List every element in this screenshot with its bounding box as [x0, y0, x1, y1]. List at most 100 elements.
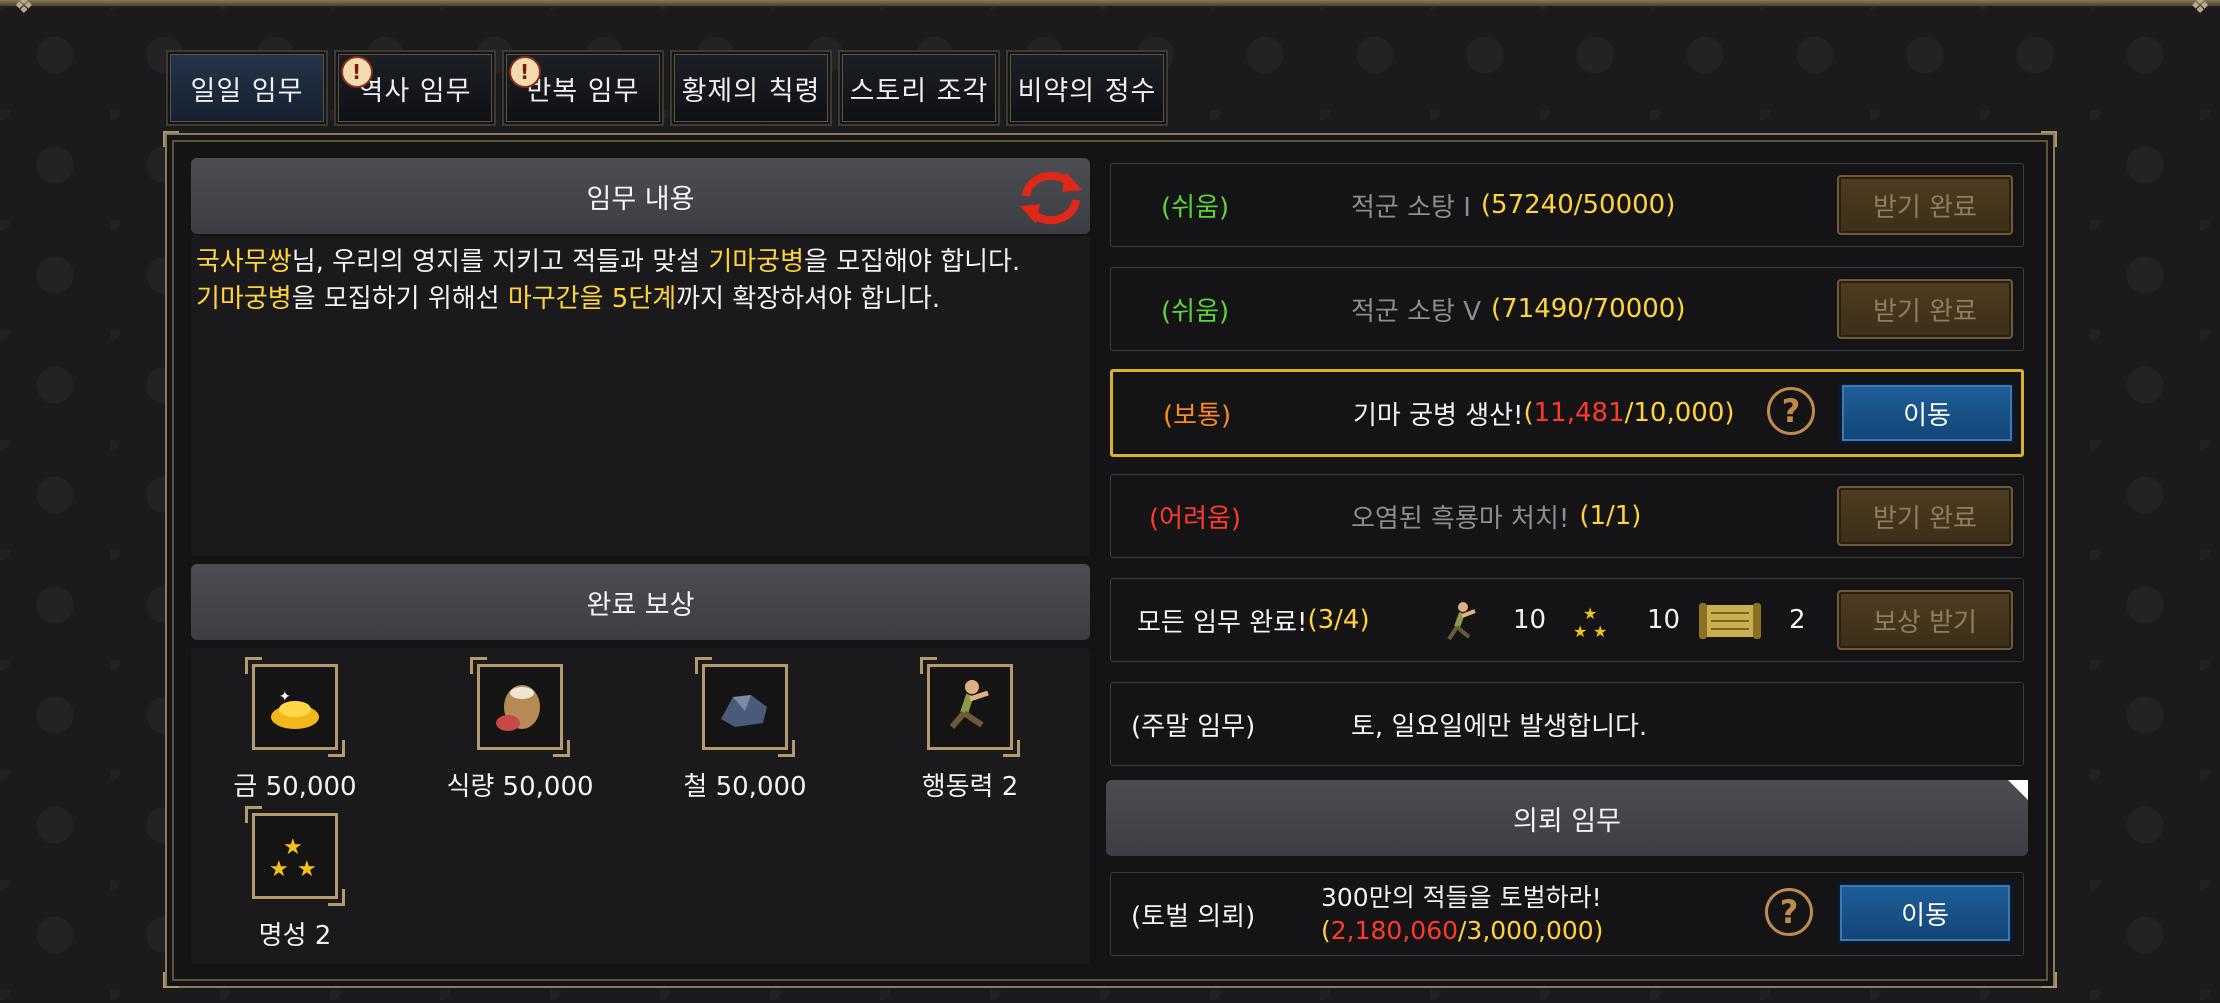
- scroll-amount: 2: [1789, 605, 1806, 635]
- corner-flag-icon: [2008, 780, 2028, 800]
- alert-icon: !: [509, 56, 541, 88]
- reward-item: 철 50,000: [655, 657, 835, 803]
- refresh-icon[interactable]: [1016, 166, 1086, 230]
- request-row[interactable]: (토벌 의뢰) 300만의 적들을 토벌하라! (2,180,060/3,000…: [1110, 872, 2024, 956]
- description-text: 을 모집하기 위해선: [291, 284, 508, 314]
- reward-label: 행동력 2: [921, 772, 1019, 802]
- stamina-icon: [920, 657, 1020, 757]
- move-button[interactable]: 이동: [1837, 882, 2013, 944]
- food-icon: [470, 657, 570, 757]
- all-complete-row: 모든 임무 완료! (3/4) 10 ★ ★ ★ 10 2 보상 받기: [1110, 578, 2024, 662]
- reward-label: 식량 50,000: [446, 772, 594, 802]
- quest-progress: (1/1): [1579, 501, 1642, 531]
- quest-name: 적군 소탕 Ⅴ: [1351, 296, 1481, 327]
- quest-progress-target: /10,000): [1624, 398, 1735, 428]
- reward-item: 식량 50,000: [430, 657, 610, 803]
- svg-text:★: ★: [1593, 622, 1607, 641]
- frame-corner: [163, 972, 179, 988]
- reward-item: ★ ★ ★ 명성 2: [205, 806, 385, 952]
- svg-text:★: ★: [297, 857, 317, 882]
- tab-emperor-decree[interactable]: 황제의 칙령: [670, 50, 832, 126]
- quest-name: 기마 궁병 생산!: [1353, 400, 1524, 431]
- quest-progress: (71490/70000): [1491, 294, 1686, 324]
- unit-name: 기마궁병: [708, 247, 805, 277]
- reward-label: 명성 2: [258, 921, 332, 951]
- frame-corner: [2041, 131, 2057, 147]
- difficulty-label: (쉬움): [1161, 296, 1230, 327]
- quest-title: 오염된 흑룡마 처치! (1/1): [1351, 475, 1641, 557]
- quest-title: 적군 소탕 Ⅰ (57240/50000): [1351, 164, 1675, 246]
- weekend-label: (주말 임무): [1131, 711, 1256, 742]
- tab-daily[interactable]: 일일 임무: [166, 50, 328, 126]
- claimed-button[interactable]: 받기 완료: [1837, 279, 2013, 339]
- stamina-icon: [1447, 602, 1476, 641]
- requirement: 마구간을 5단계: [507, 284, 677, 314]
- description-line: 기마궁병을 모집하기 위해선 마구간을 5단계까지 확장하셔야 합니다.: [196, 281, 1096, 318]
- unit-name: 기마궁병: [196, 284, 292, 314]
- quest-progress-open: (: [1523, 398, 1534, 428]
- svg-text:★: ★: [1573, 622, 1587, 641]
- request-progress: (2,180,060/3,000,000): [1321, 914, 1603, 947]
- difficulty-label: (어려움): [1149, 503, 1242, 534]
- description-line: 국사무쌍님, 우리의 영지를 지키고 적들과 맞설 기마궁병을 모집해야 합니다…: [196, 244, 1096, 281]
- quest-row[interactable]: (쉬움) 적군 소탕 Ⅰ (57240/50000) 받기 완료: [1110, 163, 2024, 247]
- tab-repeat[interactable]: ! 반복 임무: [502, 50, 664, 126]
- top-border: [0, 0, 2220, 7]
- tab-label: 황제의 칙령: [681, 75, 821, 107]
- description-text: 님, 우리의 영지를 지키고 적들과 맞설: [291, 247, 709, 277]
- tab-label: 역사 임무: [358, 75, 472, 107]
- claim-reward-button[interactable]: 보상 받기: [1837, 590, 2013, 650]
- quest-progress: (57240/50000): [1480, 190, 1676, 220]
- all-complete-label: 모든 임무 완료! (3/4): [1137, 579, 1370, 661]
- help-icon[interactable]: ?: [1765, 888, 1813, 936]
- fame-amount: 10: [1647, 605, 1681, 635]
- request-header: 의뢰 임무: [1106, 780, 2028, 856]
- all-complete-text: 모든 임무 완료!: [1137, 607, 1308, 638]
- tab-elixir-essence[interactable]: 비약의 정수: [1006, 50, 1168, 126]
- reward-item: 행동력 2: [880, 657, 1060, 803]
- reward-item: ✦ 금 50,000: [205, 657, 385, 803]
- reward-header: 완료 보상: [191, 564, 1090, 640]
- reward-header-label: 완료 보상: [586, 589, 695, 621]
- tab-label: 비약의 정수: [1017, 75, 1157, 107]
- gold-icon: ✦: [245, 657, 345, 757]
- svg-text:★: ★: [1583, 604, 1597, 623]
- fame-icon: ★★★: [1573, 604, 1607, 641]
- request-label: (토벌 의뢰): [1131, 901, 1256, 932]
- claimed-button[interactable]: 받기 완료: [1837, 175, 2013, 235]
- alert-icon: !: [341, 56, 373, 88]
- svg-text:★: ★: [269, 857, 289, 882]
- request-header-label: 의뢰 임무: [1513, 805, 1621, 837]
- difficulty-label: (쉬움): [1161, 192, 1230, 223]
- description-text: 을 모집해야 합니다.: [804, 247, 1021, 277]
- weekend-text: 토, 일요일에만 발생합니다.: [1351, 711, 1648, 742]
- iron-icon: [695, 657, 795, 757]
- request-title: 300만의 적들을 토벌하라!: [1321, 883, 1602, 912]
- tab-history[interactable]: ! 역사 임무: [334, 50, 496, 126]
- all-complete-progress: (3/4): [1307, 605, 1370, 635]
- description-text: 까지 확장하셔야 합니다.: [676, 284, 941, 314]
- tab-story-fragment[interactable]: 스토리 조각: [838, 50, 1000, 126]
- help-icon[interactable]: ?: [1767, 387, 1815, 435]
- quest-row[interactable]: (쉬움) 적군 소탕 Ⅴ (71490/70000) 받기 완료: [1110, 267, 2024, 351]
- request-progress-open: (: [1321, 916, 1331, 945]
- difficulty-label: (보통): [1163, 400, 1232, 431]
- quest-title: 적군 소탕 Ⅴ (71490/70000): [1351, 268, 1685, 350]
- tab-label: 스토리 조각: [849, 75, 989, 107]
- reward-label: 철 50,000: [683, 772, 807, 802]
- weekend-row: (주말 임무) 토, 일요일에만 발생합니다.: [1110, 682, 2024, 766]
- stamina-amount: 10: [1513, 605, 1547, 635]
- request-progress-target: /3,000,000): [1458, 916, 1604, 945]
- player-name: 국사무쌍: [196, 247, 292, 277]
- quest-row-selected[interactable]: (보통) 기마 궁병 생산! (11,481/10,000) ? 이동: [1110, 369, 2024, 457]
- request-text: 300만의 적들을 토벌하라! (2,180,060/3,000,000): [1321, 881, 1603, 947]
- frame-corner: [2041, 972, 2057, 988]
- svg-text:✦: ✦: [279, 689, 291, 705]
- mission-description: 국사무쌍님, 우리의 영지를 지키고 적들과 맞설 기마궁병을 모집해야 합니다…: [196, 244, 1096, 318]
- mission-header-label: 임무 내용: [586, 183, 695, 215]
- claimed-button[interactable]: 받기 완료: [1837, 486, 2013, 546]
- quest-row[interactable]: (어려움) 오염된 흑룡마 처치! (1/1) 받기 완료: [1110, 474, 2024, 558]
- mission-header: 임무 내용: [191, 158, 1090, 234]
- frame-corner: [163, 131, 179, 147]
- move-button[interactable]: 이동: [1839, 382, 2015, 444]
